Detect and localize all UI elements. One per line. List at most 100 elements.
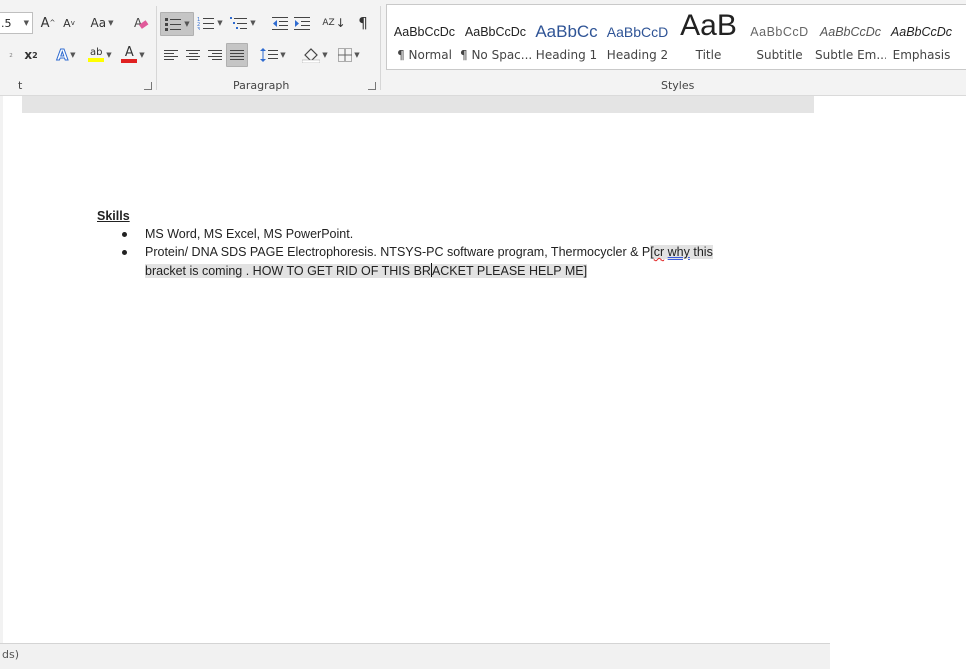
document-page[interactable] (22, 113, 814, 643)
style-normal[interactable]: AaBbCcDc ¶ Normal (389, 5, 460, 67)
align-left-icon (164, 50, 178, 60)
font-group: .5 ▼ A ^ Av Aa ▼ A ₂ x2 A ▼ ab ▼ A ▼ t (0, 0, 157, 95)
align-right-icon (208, 50, 222, 60)
style-name: ¶ Normal (397, 48, 452, 62)
subscript-icon: ₂ (9, 50, 13, 60)
bullet-list-icon (165, 18, 182, 31)
bullet-2-text: Protein/ DNA SDS PAGE Electrophoresis. N… (145, 245, 651, 259)
numbered-list-icon: 1 2 3 (197, 17, 215, 30)
align-center-button[interactable] (183, 44, 203, 66)
shrink-font-button[interactable]: Av (59, 12, 79, 34)
shading-button[interactable]: ▼ (300, 44, 330, 66)
line-spacing-icon (260, 48, 279, 62)
increase-indent-button[interactable] (292, 12, 312, 34)
style-sample: AaBbCcDc (819, 25, 882, 39)
ribbon: .5 ▼ A ^ Av Aa ▼ A ₂ x2 A ▼ ab ▼ A ▼ t ▼… (0, 0, 966, 96)
justify-button[interactable] (226, 43, 248, 67)
style-subtle-emphasis[interactable]: AaBbCcDc Subtle Em... (815, 5, 886, 67)
style-sample: AaBbCcDc (890, 25, 953, 39)
superscript-button[interactable]: x2 (20, 44, 42, 66)
paragraph-dialog-launcher-icon[interactable] (368, 82, 376, 90)
style-name: ¶ No Spac... (460, 48, 531, 62)
sort-letters: AZ (322, 18, 335, 28)
highlight-letters: ab (90, 47, 103, 58)
show-hide-marks-button[interactable]: ¶ (353, 12, 373, 34)
style-heading-2[interactable]: AaBbCcD Heading 2 (602, 5, 673, 67)
sort-button[interactable]: AZ ↓ (322, 12, 345, 34)
font-color-letter: A (124, 45, 134, 60)
multilevel-list-icon (230, 17, 248, 29)
increase-indent-icon (294, 17, 310, 30)
font-size-combobox[interactable]: .5 ▼ (0, 12, 33, 34)
line2-after-cursor: ACKET PLEASE HELP ME (431, 264, 584, 278)
style-name: Title (695, 48, 722, 62)
font-dialog-launcher-icon[interactable] (144, 82, 152, 90)
style-sample: AaBbCcDc (464, 25, 527, 39)
style-emphasis[interactable]: AaBbCcDc Emphasis (886, 5, 957, 67)
style-name: Heading 1 (535, 48, 598, 62)
align-right-button[interactable] (205, 44, 225, 66)
style-sample: AaBbCc (535, 22, 598, 41)
page-edge (0, 96, 3, 644)
shrink-font-icon: A (63, 16, 71, 30)
superscript-exponent: 2 (32, 50, 38, 60)
style-subtitle[interactable]: AaBbCcD Subtitle (744, 5, 815, 67)
paragraph-group-label: Paragraph (233, 79, 290, 92)
subscript-button[interactable]: ₂ (5, 44, 17, 66)
styles-gallery: AaBbCcDc ¶ Normal AaBbCcDc ¶ No Spac... … (386, 4, 966, 70)
justify-icon (230, 50, 244, 60)
style-sample: AaBbCcD (606, 24, 669, 40)
bullet-item-2-line-1[interactable]: Protein/ DNA SDS PAGE Electrophoresis. N… (145, 245, 713, 259)
word-count-status[interactable]: ds) (2, 648, 19, 661)
bullet-item-1[interactable]: MS Word, MS Excel, MS PowerPoint. (145, 227, 353, 241)
line-spacing-button[interactable]: ▼ (258, 44, 288, 66)
style-name: Subtitle (756, 48, 803, 62)
bullet-icon (122, 232, 127, 237)
close-bracket: ] (583, 264, 588, 278)
decrease-indent-button[interactable] (270, 12, 290, 34)
bullet-icon (122, 250, 127, 255)
paragraph-group: ▼ 1 2 3 ▼ ▼ AZ ↓ ¶ ▼ ▼ ▼ Paragraph (158, 0, 380, 95)
font-color-button[interactable]: A ▼ (118, 44, 148, 66)
group-divider (380, 6, 381, 90)
bullets-button[interactable]: ▼ (160, 12, 194, 36)
numbering-button[interactable]: 1 2 3 ▼ (195, 12, 225, 34)
borders-icon (338, 48, 353, 62)
highlighted-selection: [cr why this (650, 245, 713, 259)
text-effects-button[interactable]: A ▼ (52, 44, 80, 66)
font-group-label: t (18, 79, 23, 92)
style-name: Heading 2 (606, 48, 669, 62)
styles-group-label: Styles (661, 79, 695, 92)
borders-button[interactable]: ▼ (334, 44, 364, 66)
paint-bucket-icon (302, 48, 321, 63)
font-color-icon: A (121, 45, 138, 63)
sort-icon: AZ (322, 18, 335, 28)
style-name: Emphasis (892, 48, 951, 62)
multilevel-list-button[interactable]: ▼ (228, 12, 258, 34)
skills-heading[interactable]: Skills (97, 209, 130, 223)
text-effects-icon: A (56, 46, 69, 65)
change-case-icon: Aa (90, 16, 107, 30)
chevron-down-icon[interactable]: ▼ (24, 19, 29, 27)
grammar-error-word[interactable]: why (668, 245, 690, 259)
change-case-button[interactable]: Aa ▼ (86, 12, 118, 34)
style-heading-1[interactable]: AaBbCc Heading 1 (531, 5, 602, 67)
bullet-2-tail: this (689, 245, 713, 259)
page-top-strip (22, 96, 814, 114)
line2-before-cursor: bracket is coming . HOW TO GET RID OF TH… (145, 264, 431, 278)
align-left-button[interactable] (161, 44, 181, 66)
eraser-icon: A (134, 16, 149, 30)
grow-font-button[interactable]: A ^ (38, 12, 58, 34)
highlighted-selection: bracket is coming . HOW TO GET RID OF TH… (145, 263, 588, 278)
superscript-icon: x (24, 48, 33, 62)
highlighter-icon: ab (88, 47, 105, 62)
style-title[interactable]: AaB Title (673, 5, 744, 67)
bullet-item-2-line-2[interactable]: bracket is coming . HOW TO GET RID OF TH… (145, 263, 588, 278)
spelling-error-word[interactable]: cr (654, 245, 664, 259)
group-divider (156, 6, 157, 90)
text-highlight-button[interactable]: ab ▼ (85, 44, 115, 66)
decrease-indent-icon (272, 17, 288, 30)
style-no-spacing[interactable]: AaBbCcDc ¶ No Spac... (460, 5, 531, 67)
style-sample: AaBbCcD (750, 25, 809, 39)
clear-formatting-button[interactable]: A (131, 12, 151, 34)
